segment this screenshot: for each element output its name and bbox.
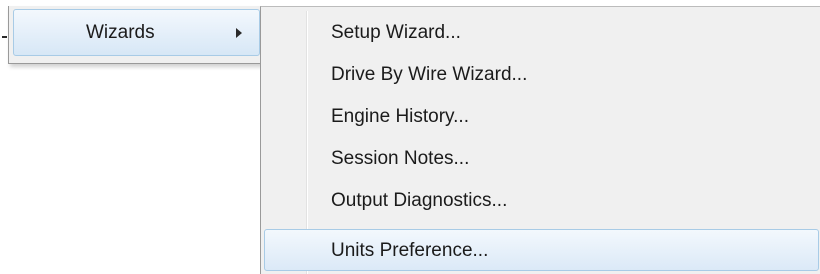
menu-item-wizards[interactable]: Wizards [13,9,260,56]
menu-item-setup-wizard[interactable]: Setup Wizard... [264,11,819,53]
menu-item-label: Wizards [86,22,155,43]
menu-item-label: Output Diagnostics... [331,190,508,211]
wizards-submenu: Setup Wizard... Drive By Wire Wizard... … [260,6,820,274]
chevron-right-icon [236,28,242,38]
parent-menu: Wizards [8,6,264,64]
context-menu-stage: Wizards Setup Wizard... Drive By Wire Wi… [0,0,820,274]
menu-item-units-preference[interactable]: Units Preference... [264,229,819,271]
menu-item-label: Engine History... [331,106,469,127]
menu-item-engine-history[interactable]: Engine History... [264,95,819,137]
menu-item-drive-by-wire-wizard[interactable]: Drive By Wire Wizard... [264,53,819,95]
menu-item-label: Setup Wizard... [331,22,461,43]
menu-item-label: Units Preference... [331,240,489,261]
menu-item-output-diagnostics[interactable]: Output Diagnostics... [264,179,819,221]
menu-item-label: Drive By Wire Wizard... [331,64,528,85]
menu-item-label: Session Notes... [331,148,470,169]
window-edge-mark [2,36,7,38]
menu-item-session-notes[interactable]: Session Notes... [264,137,819,179]
